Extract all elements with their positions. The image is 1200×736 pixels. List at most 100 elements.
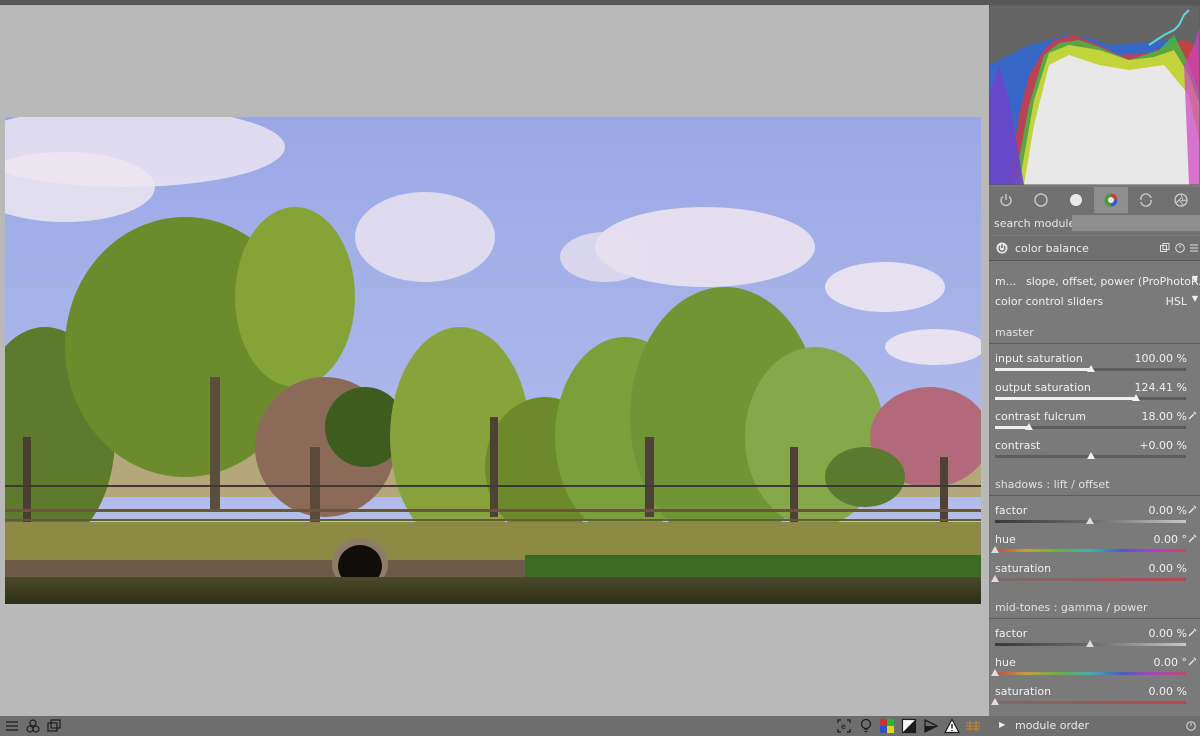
overexposed-icon[interactable] (901, 718, 917, 734)
histogram-graph (989, 5, 1200, 186)
slider-value: 0.00 ° (1153, 533, 1188, 546)
dropdown-arrow-icon: ▼ (1191, 294, 1198, 303)
slider-value: 0.00 % (1148, 627, 1187, 640)
section-divider (989, 343, 1200, 344)
slider-marker[interactable] (1086, 640, 1094, 647)
slider-marker[interactable] (991, 669, 999, 676)
slider-fill (995, 368, 1091, 371)
color-wheel-icon (1104, 193, 1118, 207)
search-label: search module (994, 217, 1076, 230)
focus-peaking-icon[interactable]: e (836, 718, 852, 734)
slider-value: 100.00 % (1134, 352, 1187, 365)
slider-track (995, 578, 1186, 581)
search-input[interactable] (1072, 215, 1200, 231)
slider-track (995, 672, 1186, 675)
right-panel: search module color balance m... slope, … (989, 5, 1200, 736)
slider-label: hue (995, 656, 1016, 669)
tab-effect-modules[interactable] (1164, 187, 1198, 213)
section-master: master (995, 326, 1034, 339)
module-order-label: module order (1015, 719, 1090, 732)
histogram[interactable] (989, 5, 1200, 186)
module-order-bar[interactable]: ▶ module order (989, 716, 1200, 736)
circle-fill-icon (1070, 194, 1082, 206)
slider-label: hue (995, 533, 1016, 546)
slider-label: contrast (995, 439, 1041, 452)
refresh-circle-icon (1140, 193, 1152, 207)
tab-base-modules[interactable] (1024, 187, 1058, 213)
aperture-icon (1174, 193, 1188, 207)
color-picker-icon[interactable] (1188, 656, 1198, 666)
gamut-check-icon[interactable] (944, 718, 960, 734)
slider-value: 124.41 % (1134, 381, 1187, 394)
color-picker-icon[interactable] (1188, 627, 1198, 637)
bottom-toolbar: e (0, 716, 989, 736)
slider-marker[interactable] (991, 575, 999, 582)
list-icon[interactable] (4, 718, 20, 734)
tags-icon[interactable] (25, 718, 41, 734)
guides-icon[interactable] (965, 718, 981, 734)
slider-marker[interactable] (1086, 517, 1094, 524)
slider-track (995, 549, 1186, 552)
module-title: color balance (1015, 242, 1089, 255)
color-picker-icon[interactable] (1188, 533, 1198, 543)
presets-menu-icon[interactable] (1189, 243, 1199, 253)
mode-label: m... (995, 275, 1017, 288)
center-view[interactable] (0, 5, 989, 716)
svg-text:e: e (841, 722, 846, 731)
tab-color-modules[interactable] (1094, 187, 1128, 213)
slider-track (995, 426, 1186, 429)
mode-value: slope, offset, power (ProPhotoR... (1026, 275, 1200, 288)
slider-value: +0.00 % (1139, 439, 1187, 452)
dropdown-arrow-icon: ▼ (1191, 274, 1198, 283)
reset-icon[interactable] (1186, 721, 1196, 731)
color-assessment-icon[interactable] (879, 718, 895, 734)
slider-fill (995, 426, 1029, 429)
section-midtones: mid-tones : gamma / power (995, 601, 1148, 614)
circle-icon (1034, 193, 1048, 207)
slider-fill (995, 397, 1136, 400)
slider-value: 0.00 % (1148, 504, 1187, 517)
slider-value: 18.00 % (1141, 410, 1187, 423)
multi-instance-icon[interactable] (1160, 243, 1170, 253)
slider-label: input saturation (995, 352, 1083, 365)
module-header[interactable]: color balance (989, 236, 1200, 261)
tab-active-modules[interactable] (989, 187, 1023, 213)
slider-value: 0.00 % (1148, 685, 1187, 698)
slider-marker[interactable] (1087, 365, 1095, 372)
section-divider (989, 495, 1200, 496)
color-picker-icon[interactable] (1188, 504, 1198, 514)
slider-track (995, 397, 1186, 400)
color-control-value: HSL (1165, 295, 1187, 308)
slider-label: factor (995, 627, 1028, 640)
slider-marker[interactable] (1132, 394, 1140, 401)
slider-marker[interactable] (991, 698, 999, 705)
slider-label: output saturation (995, 381, 1091, 394)
expand-arrow-icon: ▶ (999, 720, 1006, 729)
tab-correct-modules[interactable] (1129, 187, 1163, 213)
power-icon (1000, 194, 1012, 207)
slider-label: factor (995, 504, 1028, 517)
reset-icon[interactable] (1175, 243, 1185, 253)
photo-canvas[interactable] (5, 117, 981, 604)
slider-marker[interactable] (1025, 423, 1033, 430)
lightbulb-icon[interactable] (858, 718, 874, 734)
module-group-tabs (989, 187, 1200, 213)
slider-track (995, 701, 1186, 704)
softproof-icon[interactable] (923, 718, 939, 734)
section-divider (989, 618, 1200, 619)
slider-value: 0.00 % (1148, 562, 1187, 575)
section-shadows: shadows : lift / offset (995, 478, 1110, 491)
search-module-bar: search module (989, 213, 1200, 235)
slider-label: saturation (995, 562, 1052, 575)
tab-tone-modules[interactable] (1059, 187, 1093, 213)
park-photo (5, 117, 981, 604)
slider-marker[interactable] (991, 546, 999, 553)
color-control-label: color control sliders (995, 295, 1104, 308)
slider-value: 0.00 ° (1153, 656, 1188, 669)
slider-label: saturation (995, 685, 1052, 698)
color-picker-icon[interactable] (1188, 410, 1198, 420)
power-icon[interactable] (996, 242, 1008, 254)
windows-icon[interactable] (46, 718, 62, 734)
slider-marker[interactable] (1087, 452, 1095, 459)
slider-label: contrast fulcrum (995, 410, 1087, 423)
